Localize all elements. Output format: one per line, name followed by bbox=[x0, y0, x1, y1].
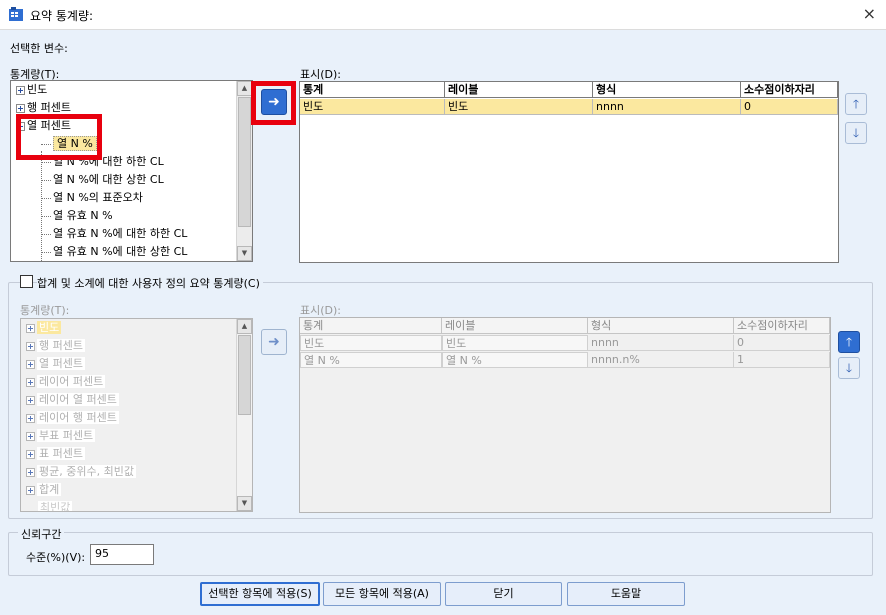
scroll-down-icon: ▼ bbox=[237, 496, 252, 511]
scroll-up-icon[interactable]: ▲ bbox=[237, 81, 252, 96]
grid-cell: 1 bbox=[734, 352, 830, 368]
tree-item-label: 레이어 열 퍼센트 bbox=[37, 393, 119, 406]
tree-item-label: 열 퍼센트 bbox=[37, 357, 85, 370]
custom-move-down-icon: 🡓 bbox=[838, 357, 860, 379]
custom-summary-checkbox[interactable] bbox=[20, 275, 33, 288]
close-button[interactable]: 닫기 bbox=[445, 582, 562, 606]
grid-cell[interactable]: 0 bbox=[741, 99, 838, 115]
expand-icon[interactable] bbox=[16, 85, 25, 95]
grid-cell[interactable]: 빈도 bbox=[445, 99, 593, 115]
custom-move-up-icon: 🡑 bbox=[838, 331, 860, 353]
custom-summary-checkbox-label[interactable]: 합계 및 소계에 대한 사용자 정의 요약 통계량(C) bbox=[37, 275, 263, 291]
tree-item[interactable]: 열 N %에 대한 상한 CL bbox=[41, 171, 164, 189]
help-button[interactable]: 도움말 bbox=[567, 582, 685, 606]
grid-header: 통계 bbox=[300, 318, 442, 334]
red-highlight-box bbox=[251, 81, 296, 125]
scroll-thumb[interactable] bbox=[238, 97, 251, 227]
tree-item: 행 퍼센트 bbox=[26, 337, 85, 355]
grid-cell[interactable]: nnnn bbox=[593, 99, 741, 115]
tree-item[interactable]: 열 유효 N %에 대한 상한 CL bbox=[41, 243, 187, 261]
tree-item-label: 평균, 중위수, 최빈값 bbox=[37, 465, 136, 478]
scroll-thumb bbox=[238, 335, 251, 415]
display-label: 표시(D): bbox=[300, 68, 341, 81]
tree-item-label: 합계 bbox=[37, 483, 62, 496]
tree-item: 부표 퍼센트 bbox=[26, 427, 96, 445]
tree-item-label: 빈도 bbox=[37, 321, 62, 334]
grid-header: 레이블 bbox=[445, 82, 593, 98]
grid-header: 통계 bbox=[300, 82, 445, 98]
apply-selected-button[interactable]: 선택한 항목에 적용(S) bbox=[200, 582, 320, 606]
spss-app-icon bbox=[9, 7, 23, 21]
grid-cell: 0 bbox=[734, 335, 830, 351]
grid-cell: 열 N % bbox=[442, 352, 588, 368]
dialog-body: 선택한 변수: 통계량(T): 빈도 행 퍼센트 열 퍼센트 열 N % 열 N… bbox=[0, 30, 886, 615]
window-title: 요약 통계량: bbox=[30, 9, 94, 23]
tree-item-label: 행 퍼센트 bbox=[37, 339, 85, 352]
tree-item[interactable]: 열 유효 N %에 대한 하한 CL bbox=[41, 225, 187, 243]
statistics-tree[interactable]: 빈도 행 퍼센트 열 퍼센트 열 N % 열 N %에 대한 하한 CL 열 N… bbox=[10, 80, 253, 262]
red-highlight-box bbox=[16, 114, 102, 160]
level-input[interactable]: 95 bbox=[90, 544, 154, 565]
custom-display-grid: 통계 레이블 형식 소수점이하자리 빈도 빈도 nnnn 0 열 N % 열 N… bbox=[299, 317, 831, 513]
grid-header: 형식 bbox=[593, 82, 741, 98]
tree-item-label: 빈도 bbox=[27, 83, 48, 96]
tree-item-label: 행 퍼센트 bbox=[27, 101, 71, 114]
tree-item-label: 열 유효 N % bbox=[53, 209, 113, 222]
tree-item: 레이어 행 퍼센트 bbox=[26, 409, 119, 427]
tree-item: 최빈값 bbox=[38, 499, 73, 512]
tree-item: 합계 bbox=[26, 481, 62, 499]
tree-item-label: 최빈값 bbox=[38, 501, 73, 512]
move-up-icon[interactable]: 🡑 bbox=[845, 93, 867, 115]
display-grid[interactable]: 통계 레이블 형식 소수점이하자리 빈도 빈도 nnnn 0 bbox=[299, 81, 839, 263]
tree-scrollbar[interactable]: ▲ ▼ bbox=[236, 81, 252, 261]
custom-statistics-tree: 빈도 행 퍼센트 열 퍼센트 레이어 퍼센트 레이어 열 퍼센트 레이어 행 퍼… bbox=[20, 318, 253, 512]
custom-display-label: 표시(D): bbox=[300, 304, 341, 317]
tree-item-label: 열 유효 N %에 대한 하한 CL bbox=[53, 227, 188, 240]
grid-cell: 열 N % bbox=[300, 352, 442, 368]
tree-item[interactable]: 열 유효 N % bbox=[41, 207, 113, 225]
grid-header: 형식 bbox=[588, 318, 734, 334]
grid-cell: nnnn.n% bbox=[588, 352, 734, 368]
tree-item: 열 퍼센트 bbox=[26, 355, 85, 373]
grid-header: 레이블 bbox=[442, 318, 588, 334]
apply-all-button[interactable]: 모든 항목에 적용(A) bbox=[323, 582, 441, 606]
scroll-up-icon: ▲ bbox=[237, 319, 252, 334]
close-icon[interactable]: × bbox=[863, 4, 876, 23]
grid-cell[interactable]: 빈도 bbox=[300, 99, 445, 115]
tree-item-label: 표 퍼센트 bbox=[37, 447, 85, 460]
tree-item-label: 열 N %에 대한 상한 CL bbox=[53, 173, 164, 186]
tree-item-label: 열 N %의 표준오차 bbox=[53, 191, 143, 204]
custom-tree-scrollbar: ▲ ▼ bbox=[236, 319, 252, 511]
custom-move-arrow-button: ➜ bbox=[261, 329, 287, 355]
grid-header: 소수점이하자리 bbox=[741, 82, 838, 98]
tree-item: 빈도 bbox=[26, 319, 62, 337]
tree-item: 레이어 열 퍼센트 bbox=[26, 391, 119, 409]
tree-item[interactable]: 열 N %의 표준오차 bbox=[41, 189, 143, 207]
grid-cell: 빈도 bbox=[300, 335, 442, 351]
tree-item-label: 부표 퍼센트 bbox=[37, 429, 96, 442]
tree-item: 레이어 퍼센트 bbox=[26, 373, 106, 391]
grid-cell: nnnn bbox=[588, 335, 734, 351]
level-label: 수준(%)(V): bbox=[26, 551, 86, 564]
tree-item-label: 열 유효 N %에 대한 상한 CL bbox=[53, 245, 188, 258]
title-bar: 요약 통계량: × bbox=[0, 0, 886, 30]
tree-item: 평균, 중위수, 최빈값 bbox=[26, 463, 136, 481]
tree-item: 표 퍼센트 bbox=[26, 445, 85, 463]
tree-item-label: 레이어 행 퍼센트 bbox=[37, 411, 119, 424]
tree-item[interactable]: 빈도 bbox=[16, 81, 47, 99]
selected-variables-label: 선택한 변수: bbox=[10, 42, 68, 55]
expand-icon[interactable] bbox=[16, 103, 25, 113]
custom-statistics-label: 통계량(T): bbox=[20, 304, 70, 317]
tree-item-label: 레이어 퍼센트 bbox=[37, 375, 106, 388]
move-down-icon[interactable]: 🡓 bbox=[845, 122, 867, 144]
scroll-down-icon[interactable]: ▼ bbox=[237, 246, 252, 261]
grid-cell: 빈도 bbox=[442, 335, 588, 351]
confidence-interval-label: 신뢰구간 bbox=[18, 526, 65, 542]
grid-header: 소수점이하자리 bbox=[734, 318, 830, 334]
